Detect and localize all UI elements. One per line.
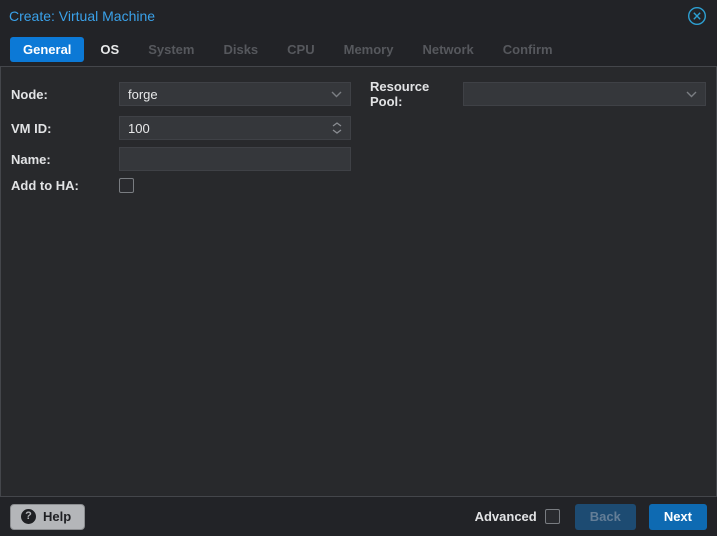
question-circle-icon: ?: [21, 508, 36, 524]
back-button: Back: [574, 503, 636, 530]
node-label: Node:: [11, 86, 48, 102]
advanced-label: Advanced: [474, 509, 537, 524]
chevron-up-icon: [332, 122, 342, 127]
ha-checkbox[interactable]: [119, 178, 134, 193]
name-label: Name:: [11, 151, 51, 167]
tab-confirm: Confirm: [502, 41, 553, 57]
vmid-input[interactable]: [120, 120, 350, 136]
node-input[interactable]: [120, 86, 350, 102]
tab-general[interactable]: General: [10, 36, 85, 62]
resource-pool-input[interactable]: [464, 86, 705, 102]
tab-memory: Memory: [343, 41, 394, 57]
resource-pool-label: Resource Pool:: [370, 79, 430, 109]
resource-pool-dropdown-trigger[interactable]: [686, 83, 697, 105]
form-row-name: Name:: [11, 147, 706, 171]
form-row-node: Node: Resource Pool:: [11, 79, 706, 109]
node-dropdown-trigger[interactable]: [331, 83, 342, 105]
tab-disks: Disks: [223, 41, 259, 57]
tab-system: System: [148, 41, 195, 57]
chevron-down-icon: [332, 129, 342, 134]
tab-os[interactable]: OS: [87, 37, 132, 62]
name-input[interactable]: [120, 151, 350, 167]
form-row-vmid: VM ID:: [11, 116, 706, 140]
close-icon: [687, 6, 707, 26]
advanced-checkbox[interactable]: [544, 509, 560, 524]
ha-label: Add to HA:: [11, 178, 79, 193]
tab-cpu: CPU: [287, 41, 315, 57]
dialog-footer: ? Help Advanced Back Next: [0, 497, 717, 536]
dialog-title: Create: Virtual Machine: [9, 8, 156, 24]
vmid-spinner[interactable]: [332, 117, 342, 139]
chevron-down-icon: [331, 91, 342, 97]
vmid-label: VM ID:: [11, 120, 52, 136]
form-row-ha: Add to HA:: [11, 178, 706, 193]
node-combobox[interactable]: [119, 82, 351, 106]
name-field[interactable]: [119, 147, 351, 171]
general-form-panel: Node: Resource Pool: VM I: [0, 66, 717, 497]
next-button[interactable]: Next: [648, 503, 707, 530]
create-vm-dialog: Create: Virtual Machine General OS Syste…: [0, 0, 717, 536]
resource-pool-combobox[interactable]: [463, 82, 706, 106]
vmid-spinner-field[interactable]: [119, 116, 351, 140]
help-button[interactable]: ? Help: [10, 503, 86, 530]
tab-network: Network: [422, 41, 474, 57]
help-button-label: Help: [43, 508, 72, 524]
chevron-down-icon: [686, 91, 697, 97]
wizard-tabbar: General OS System Disks CPU Memory Netwo…: [0, 32, 717, 66]
close-button[interactable]: [686, 5, 708, 27]
dialog-titlebar: Create: Virtual Machine: [0, 0, 717, 32]
